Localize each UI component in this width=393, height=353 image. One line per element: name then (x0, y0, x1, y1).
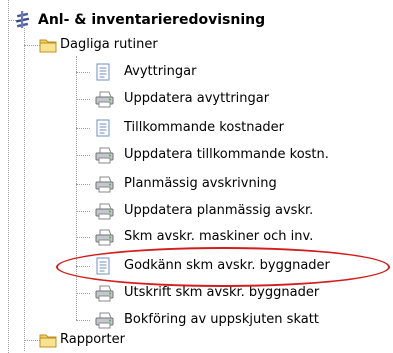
printer-icon (95, 312, 115, 329)
tree-item-label: Uppdatera planmässig avskr. (124, 203, 314, 218)
tree-item-uppdatera-planmassig[interactable]: Uppdatera planmässig avskr. (95, 201, 313, 221)
folder-label: Dagliga rutiner (60, 37, 158, 52)
tree-item-tillkommande-kostnader[interactable]: Tillkommande kostnader (95, 118, 284, 138)
tree-line (76, 99, 90, 100)
folder-icon (39, 37, 57, 53)
tree-line (76, 184, 90, 185)
printer-icon (95, 229, 115, 246)
tree-item-label: Tillkommande kostnader (124, 120, 284, 135)
tree-line (76, 155, 90, 156)
tree-item-label: Uppdatera tillkommande kostn. (124, 147, 329, 162)
tree-item-label: Avyttringar (124, 64, 197, 79)
tree-item-planmassig-avskrivning[interactable]: Planmässig avskrivning (95, 174, 277, 194)
folder-label: Rapporter (60, 332, 125, 347)
tree-item-uppdatera-tillkommande[interactable]: Uppdatera tillkommande kostn. (95, 145, 329, 165)
tree-line (76, 56, 77, 320)
navigation-tree: Anl- & inventarieredovisning Dagliga rut… (0, 0, 393, 353)
tree-item-bokforing-uppskjuten-skatt[interactable]: Bokföring av uppskjuten skatt (95, 310, 319, 330)
tree-line (76, 320, 90, 321)
tree-item-label: Skm avskr. maskiner och inv. (124, 229, 314, 244)
tree-item-label: Planmässig avskrivning (124, 176, 277, 191)
folder-dagliga-rutiner[interactable]: Dagliga rutiner (39, 35, 158, 55)
tree-line (24, 28, 25, 351)
tree-root-label: Anl- & inventarieredovisning (38, 12, 266, 28)
folder-icon (39, 332, 57, 348)
tree-line (76, 237, 90, 238)
document-icon (95, 63, 111, 81)
tree-item-avyttringar[interactable]: Avyttringar (95, 62, 196, 82)
folder-rapporter[interactable]: Rapporter (39, 330, 125, 350)
tree-item-label: Uppdatera avyttringar (124, 91, 270, 106)
tree-line (76, 72, 90, 73)
printer-icon (95, 147, 115, 164)
tree-line (76, 128, 90, 129)
document-icon (95, 119, 111, 137)
module-icon (14, 11, 34, 29)
highlight-ellipse (56, 247, 390, 287)
tree-item-label: Bokföring av uppskjuten skatt (124, 312, 319, 327)
printer-icon (95, 176, 115, 193)
printer-icon (95, 285, 115, 302)
tree-item-skm-avskr-maskiner[interactable]: Skm avskr. maskiner och inv. (95, 227, 313, 247)
tree-line (8, 0, 9, 353)
tree-root[interactable]: Anl- & inventarieredovisning (14, 10, 265, 30)
printer-icon (95, 203, 115, 220)
printer-icon (95, 91, 115, 108)
tree-line (76, 211, 90, 212)
tree-item-uppdatera-avyttringar[interactable]: Uppdatera avyttringar (95, 89, 269, 109)
tree-line (76, 293, 90, 294)
